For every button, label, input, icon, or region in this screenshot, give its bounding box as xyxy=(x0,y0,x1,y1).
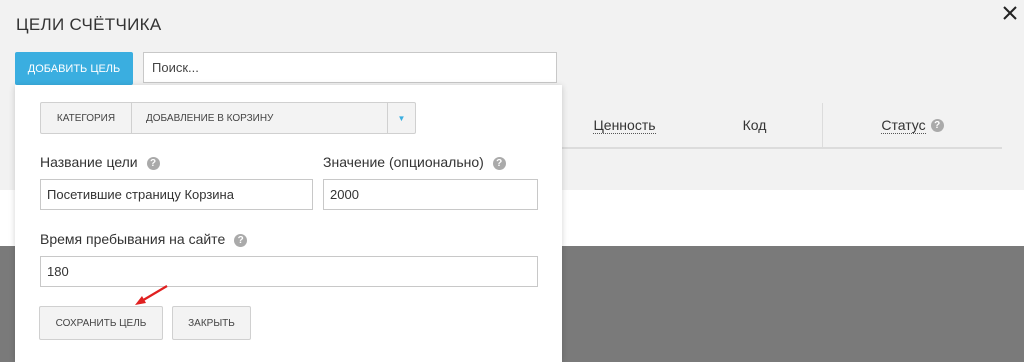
column-header-value[interactable]: Ценность xyxy=(562,103,687,147)
close-button[interactable]: ЗАКРЫТЬ xyxy=(172,306,251,340)
time-on-site-input[interactable] xyxy=(40,256,538,287)
help-icon[interactable]: ? xyxy=(930,118,944,132)
annotation-arrow-icon xyxy=(135,285,168,305)
category-label: КАТЕГОРИЯ xyxy=(41,103,132,133)
add-goal-button[interactable]: ДОБАВИТЬ ЦЕЛЬ xyxy=(15,52,133,85)
column-header-code: Код xyxy=(687,103,822,147)
dropdown-arrow-icon[interactable]: ▼ xyxy=(387,103,415,133)
column-header-status-label: Статус xyxy=(881,116,926,134)
category-value[interactable]: ДОБАВЛЕНИЕ В КОРЗИНУ xyxy=(132,103,387,133)
goal-name-label-row: Название цели ? xyxy=(40,154,160,170)
dialog-title: ЦЕЛИ СЧЁТЧИКА xyxy=(16,15,162,34)
close-icon[interactable] xyxy=(999,2,1021,24)
column-header-value-label: Ценность xyxy=(593,116,656,134)
value-label: Значение (опционально) xyxy=(323,154,484,170)
help-icon[interactable]: ? xyxy=(234,233,248,247)
value-label-row: Значение (опционально) ? xyxy=(323,154,506,170)
column-header-code-label: Код xyxy=(742,117,767,133)
save-goal-button[interactable]: СОХРАНИТЬ ЦЕЛЬ xyxy=(39,306,163,340)
help-icon[interactable]: ? xyxy=(146,156,160,170)
goal-name-label: Название цели xyxy=(40,154,138,170)
goals-table-header: Ценность Код Статус ? xyxy=(562,103,1002,149)
goal-name-input[interactable] xyxy=(40,179,313,210)
time-label-row: Время пребывания на сайте ? xyxy=(40,231,248,247)
help-icon[interactable]: ? xyxy=(492,156,506,170)
time-on-site-label: Время пребывания на сайте xyxy=(40,231,226,247)
add-goal-panel: КАТЕГОРИЯ ДОБАВЛЕНИЕ В КОРЗИНУ ▼ Названи… xyxy=(15,85,562,362)
category-selector[interactable]: КАТЕГОРИЯ ДОБАВЛЕНИЕ В КОРЗИНУ ▼ xyxy=(40,102,416,134)
search-input[interactable] xyxy=(143,52,557,83)
column-header-status[interactable]: Статус ? xyxy=(823,103,1002,147)
value-input[interactable] xyxy=(323,179,538,210)
